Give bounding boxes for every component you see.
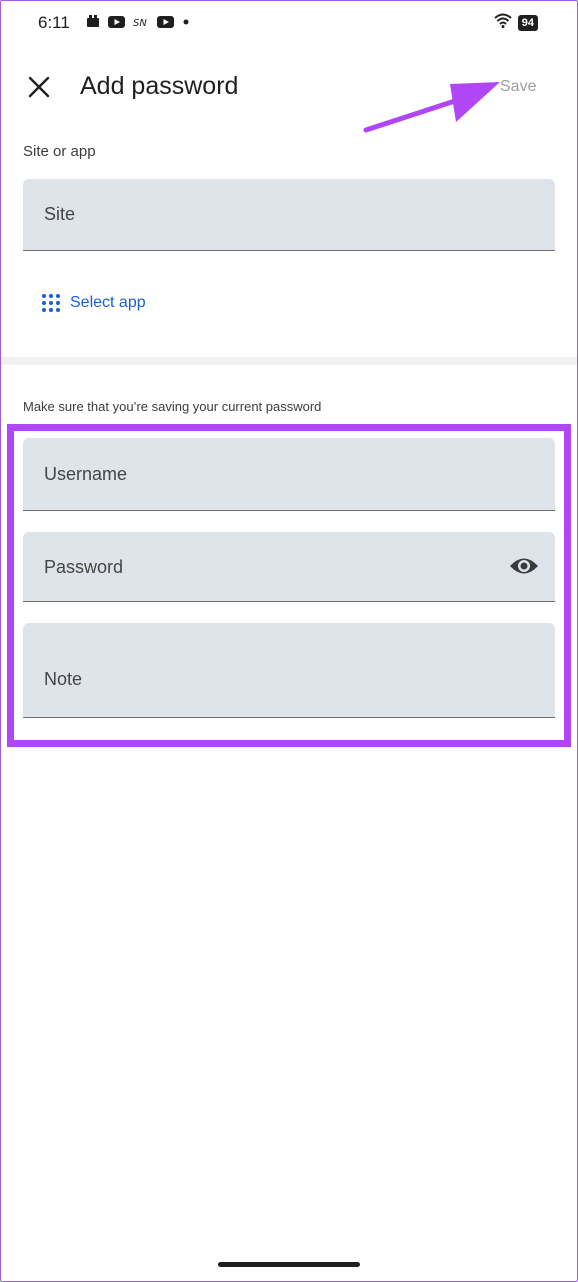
apps-grid-icon	[42, 294, 60, 312]
close-icon	[28, 76, 50, 98]
show-password-button[interactable]	[509, 554, 539, 578]
sn-icon: SN	[133, 16, 149, 28]
select-app-label: Select app	[70, 294, 146, 311]
page-title: Add password	[80, 72, 239, 100]
site-section-label: Site or app	[23, 143, 96, 160]
photo-icon	[86, 15, 100, 28]
home-indicator[interactable]	[218, 1262, 360, 1267]
site-placeholder: Site	[44, 204, 76, 224]
battery-icon: 94	[517, 15, 538, 31]
password-input[interactable]: Password	[23, 532, 555, 602]
annotation-arrow	[363, 82, 500, 133]
youtube-icon	[108, 15, 125, 28]
svg-text:SN: SN	[133, 18, 147, 28]
note-placeholder: Note	[44, 669, 83, 689]
notification-icons: SN	[86, 15, 190, 28]
password-hint: Make sure that you’re saving your curren…	[23, 399, 322, 414]
eye-icon	[510, 558, 538, 574]
password-placeholder: Password	[44, 557, 124, 577]
note-input[interactable]: Note	[23, 623, 555, 718]
system-icons: 94	[494, 13, 538, 33]
status-time: 6:11	[38, 13, 70, 32]
youtube-icon	[157, 15, 174, 28]
site-input[interactable]: Site	[23, 179, 555, 251]
close-button[interactable]	[22, 70, 56, 104]
select-app-button[interactable]: Select app	[42, 294, 146, 312]
dot-icon	[182, 18, 190, 26]
username-input[interactable]: Username	[23, 438, 555, 511]
wifi-icon	[494, 13, 512, 33]
username-placeholder: Username	[44, 464, 128, 484]
status-bar: 6:11 SN 94	[0, 0, 578, 46]
section-divider	[1, 357, 577, 365]
